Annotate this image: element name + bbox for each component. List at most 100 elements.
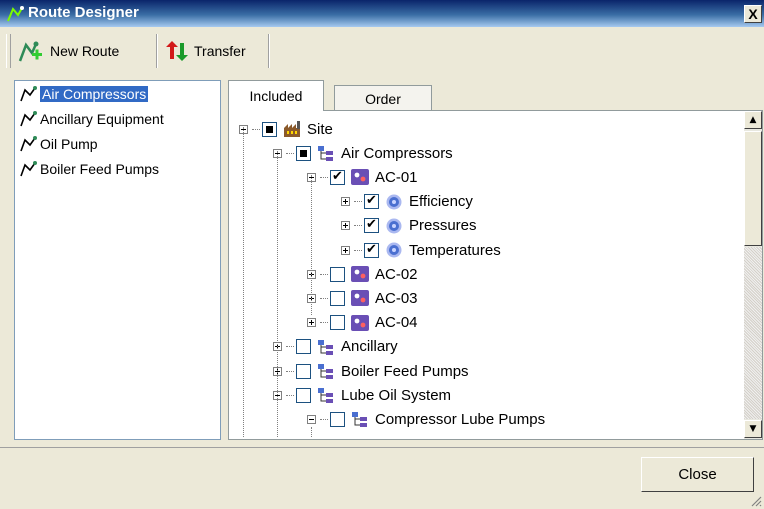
- tree-connector: [354, 225, 362, 227]
- route-list[interactable]: Air Compressors Ancillary Equipment Oil …: [14, 80, 221, 440]
- tree-checkbox[interactable]: [330, 168, 345, 185]
- tree-connector: [320, 297, 328, 299]
- window-title: Route Designer: [28, 4, 139, 21]
- close-button[interactable]: Close: [641, 457, 754, 492]
- route-item-label: Boiler Feed Pumps: [40, 160, 160, 177]
- scroll-down-button[interactable]: ▼: [744, 420, 762, 438]
- tree-node-label: Efficiency: [409, 193, 473, 211]
- expand-icon[interactable]: [341, 221, 350, 231]
- tree-checkbox[interactable]: [330, 290, 345, 306]
- measurement-icon: [386, 194, 402, 210]
- scroll-track[interactable]: [744, 247, 762, 419]
- new-route-icon: [18, 41, 42, 62]
- tree-node-label: Lube Oil System: [341, 386, 452, 404]
- tree-node-label: Site: [307, 120, 333, 138]
- tree-checkbox[interactable]: [364, 241, 379, 258]
- tree-row[interactable]: Boiler Feed Pumps: [273, 359, 469, 383]
- vertical-scrollbar[interactable]: ▲ ▼: [744, 111, 762, 439]
- tree: Site Air Compressors AC-01 Efficiency Pressu…: [233, 117, 736, 437]
- route-icon: [20, 135, 37, 151]
- tree-row[interactable]: Compressor Lube Pumps: [307, 407, 545, 431]
- tree-checkbox[interactable]: [330, 411, 345, 427]
- group-icon: [318, 364, 333, 379]
- resize-grip-icon[interactable]: [750, 495, 762, 507]
- equipment-icon: [351, 290, 369, 307]
- tree-row[interactable]: Lube Oil System: [273, 383, 451, 407]
- equipment-icon: [351, 169, 369, 186]
- route-item-label: Ancillary Equipment: [40, 110, 164, 127]
- expand-icon[interactable]: [307, 318, 316, 328]
- tree-connector: [354, 201, 362, 203]
- tree-row[interactable]: Ancillary: [273, 335, 398, 359]
- tree-row[interactable]: AC-04: [307, 311, 418, 335]
- tree-row[interactable]: Site: [239, 117, 333, 141]
- route-item-ancillary-equipment[interactable]: Ancillary Equipment: [15, 106, 220, 131]
- tree-node-label: AC-03: [375, 289, 418, 307]
- tree-node-label: Ancillary: [341, 338, 398, 356]
- equipment-icon: [351, 266, 369, 283]
- group-icon: [318, 388, 333, 404]
- route-item-air-compressors[interactable]: Air Compressors: [15, 81, 220, 106]
- factory-icon: [284, 121, 300, 137]
- tree-node-label: Pressures: [409, 217, 477, 235]
- included-tree-view[interactable]: Site Air Compressors AC-01 Efficiency Pressu…: [228, 110, 763, 440]
- collapse-icon[interactable]: [307, 414, 316, 424]
- tree-checkbox[interactable]: [262, 121, 277, 137]
- route-icon: [20, 110, 37, 126]
- tab-order[interactable]: Order: [334, 85, 432, 111]
- tree-node-label: AC-02: [375, 265, 418, 283]
- equipment-icon: [351, 314, 369, 331]
- tree-connector: [320, 322, 328, 324]
- tree-connector: [354, 249, 362, 251]
- route-item-label: Air Compressors: [40, 85, 149, 102]
- new-route-button[interactable]: New Route: [18, 36, 119, 66]
- tree-node-label: AC-04: [375, 314, 418, 332]
- tree-connector: [320, 418, 328, 420]
- tree-guide-line: [243, 127, 244, 437]
- scroll-up-button[interactable]: ▲: [744, 111, 762, 129]
- tree-connector: [286, 346, 294, 348]
- tree-connector: [320, 176, 328, 178]
- title-bar[interactable]: Route Designer X: [0, 0, 764, 27]
- tree-row[interactable]: AC-01: [307, 165, 418, 189]
- tree-checkbox[interactable]: [330, 266, 345, 282]
- expand-icon[interactable]: [341, 197, 350, 207]
- tree-row[interactable]: Efficiency: [341, 190, 473, 214]
- tree-guide-line: [311, 427, 312, 437]
- expand-icon[interactable]: [341, 245, 350, 255]
- toolbar: New Route Transfer: [0, 28, 764, 74]
- tree-node-label: Temperatures: [409, 241, 501, 259]
- tree-checkbox[interactable]: [364, 192, 379, 210]
- tree-node-label: AC-01: [375, 168, 418, 186]
- measurement-icon: [386, 218, 402, 234]
- measurement-icon: [386, 242, 402, 258]
- tree-row[interactable]: Temperatures: [341, 238, 501, 262]
- new-route-label: New Route: [50, 43, 120, 59]
- tree-node-label: Boiler Feed Pumps: [341, 362, 469, 380]
- tree-connector: [252, 128, 260, 130]
- tree-connector: [286, 370, 294, 372]
- route-icon: [7, 6, 24, 22]
- tree-checkbox[interactable]: [296, 145, 311, 161]
- tree-row[interactable]: AC-03: [307, 286, 418, 310]
- tree-checkbox[interactable]: [364, 216, 379, 234]
- window-close-button[interactable]: X: [744, 5, 762, 23]
- tree-connector: [320, 273, 328, 275]
- transfer-label: Transfer: [194, 43, 246, 59]
- tree-row[interactable]: AC-02: [307, 262, 418, 286]
- tree-checkbox[interactable]: [296, 387, 311, 403]
- route-item-boiler-feed-pumps[interactable]: Boiler Feed Pumps: [15, 156, 220, 181]
- route-item-oil-pump[interactable]: Oil Pump: [15, 131, 220, 156]
- transfer-button[interactable]: Transfer: [164, 36, 246, 66]
- tree-guide-line: [311, 175, 312, 315]
- tree-row[interactable]: Pressures: [341, 214, 477, 238]
- tree-checkbox[interactable]: [296, 363, 311, 379]
- route-item-label: Oil Pump: [40, 135, 98, 152]
- tree-guide-line: [277, 151, 278, 437]
- tab-included[interactable]: Included: [228, 80, 324, 111]
- tree-checkbox[interactable]: [330, 315, 345, 331]
- tree-checkbox[interactable]: [296, 339, 311, 355]
- scroll-thumb[interactable]: [744, 131, 762, 246]
- tree-row[interactable]: Air Compressors: [273, 141, 453, 165]
- toolbar-grip[interactable]: [6, 34, 11, 68]
